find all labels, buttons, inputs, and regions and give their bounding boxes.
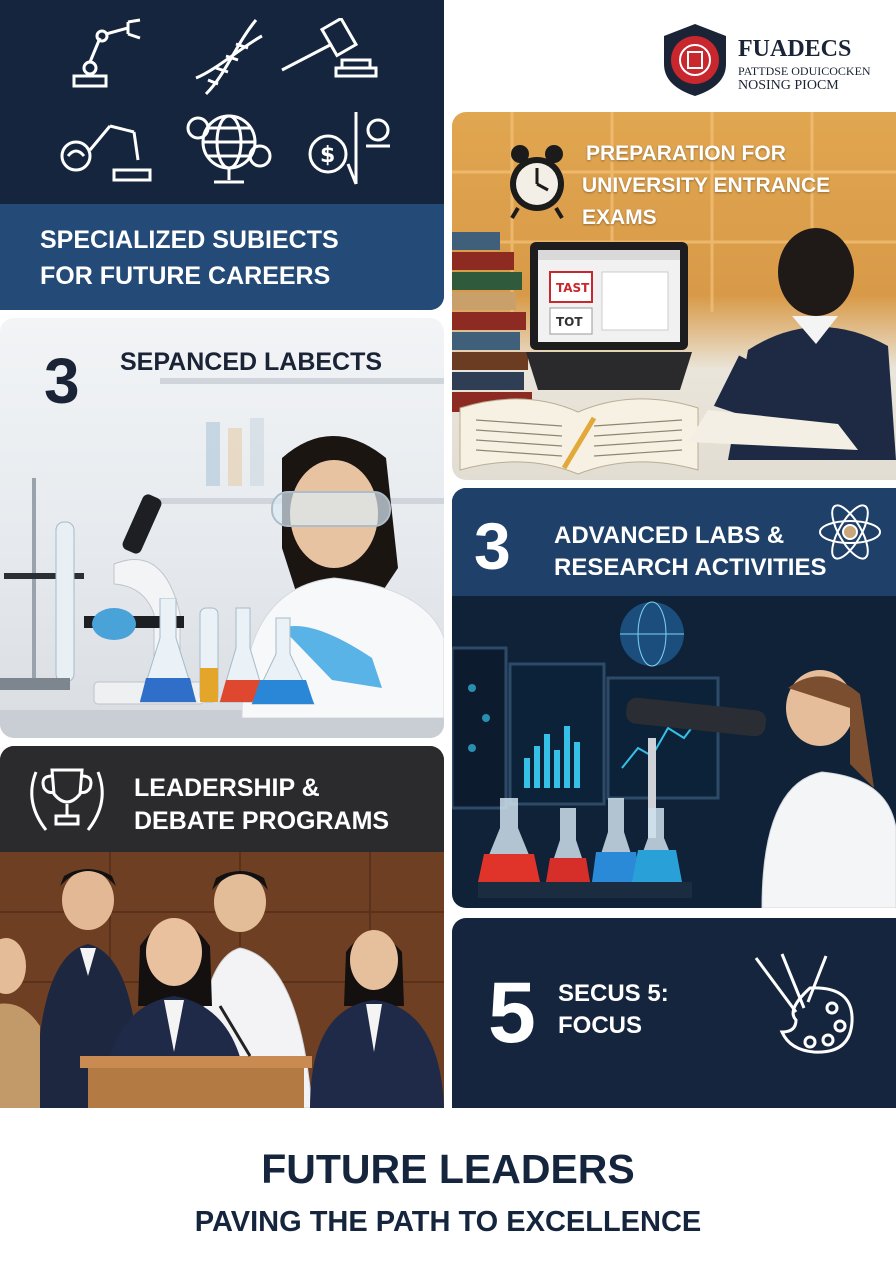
focus-number: 5 <box>488 965 536 1061</box>
robot-arm-icon <box>72 18 141 88</box>
advanced-labs-panel: 3 ADVANCED LABS & RESEARCH ACTIVITIES <box>452 488 896 908</box>
student-writing <box>688 228 896 460</box>
svg-text:$: $ <box>320 143 335 168</box>
shield-emblem-icon <box>664 24 726 96</box>
leadership-title: LEADERSHIP & DEBATE PROGRAMS <box>134 774 390 835</box>
retort-stand <box>0 478 84 690</box>
chemistry-flasks <box>140 598 315 705</box>
screen-text-tot: TOT <box>556 315 583 329</box>
logo-subtitle-line2: NOSING PIOCM <box>738 78 839 93</box>
dollar-compass-icon: $ <box>308 112 390 185</box>
logo-subtitle-line1: PATTDSE ODUICOCKEN <box>738 64 871 78</box>
advanced-title: ADVANCED LABS & RESEARCH ACTIVITIES <box>554 522 827 581</box>
lab-robot-icon <box>60 124 152 182</box>
advanced-number: 3 <box>474 509 511 583</box>
alarm-clock-icon <box>510 145 564 220</box>
dna-icon <box>195 19 263 96</box>
logo-brand-name: FUADECS <box>738 36 852 62</box>
lab-panel: 3 SEPANCED LABECTS <box>0 318 444 738</box>
globe-currency-icon <box>186 114 272 184</box>
school-logo: FUADECS PATTDSE ODUICOCKEN NOSING PIOCM <box>660 22 896 98</box>
lab-label: SEPANCED LABECTS <box>120 348 383 376</box>
footer-subtitle: PAVING THE PATH TO EXCELLENCE <box>194 1206 702 1238</box>
careers-panel: $ SPECIALIZED SUBIECTS FOR FUTURE CAREER… <box>0 0 444 310</box>
globe-hologram <box>620 601 684 667</box>
focus-title: SECUS 5: FOCUS <box>558 980 669 1039</box>
lab-number: 3 <box>44 345 80 417</box>
careers-title: SPECIALIZED SUBIECTS FOR FUTURE CAREERS <box>40 226 339 290</box>
exam-panel: PREPARATION FOR UNIVERSITY ENTRANCE EXAM… <box>452 112 896 480</box>
laptop: TAST TOT <box>526 242 692 390</box>
leadership-panel: LEADERSHIP & DEBATE PROGRAMS <box>0 746 444 1108</box>
screen-text-tast: TAST <box>556 281 590 295</box>
debate-students <box>0 869 444 1108</box>
research-flasks <box>478 798 692 898</box>
trophy-laurel-icon <box>30 768 104 831</box>
gavel-icon <box>281 18 378 78</box>
focus-panel: 5 SECUS 5: FOCUS <box>452 918 896 1108</box>
footer-title: FUTURE LEADERS <box>261 1146 635 1192</box>
atom-icon <box>819 504 881 560</box>
art-palette-icon <box>754 953 854 1054</box>
open-book <box>459 398 699 475</box>
